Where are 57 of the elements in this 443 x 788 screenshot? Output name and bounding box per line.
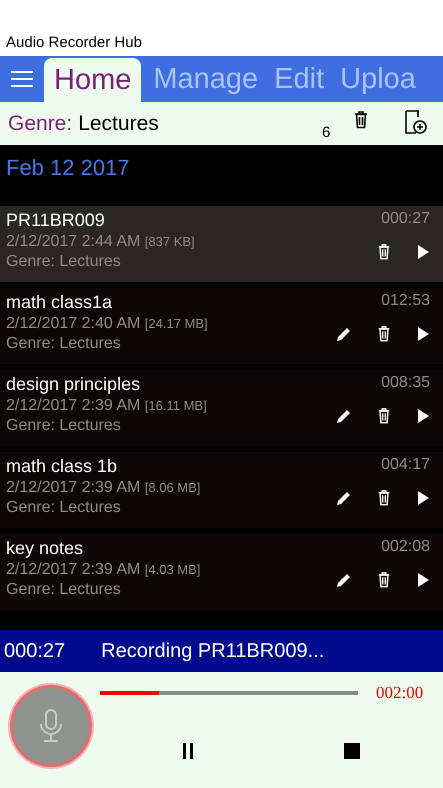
- stop-button[interactable]: [344, 743, 360, 762]
- recording-date: 2/12/2017 2:39 AM [8.06 MB]: [6, 479, 200, 497]
- trash-icon[interactable]: [376, 326, 392, 342]
- recording-name: design principles: [6, 374, 142, 395]
- recording-genre: Genre: Lectures: [6, 417, 122, 435]
- recording-name: key notes: [6, 538, 84, 559]
- trash-icon[interactable]: [376, 408, 392, 424]
- recording-name: PR11BR009: [6, 210, 106, 231]
- play-icon[interactable]: [416, 490, 430, 506]
- play-icon[interactable]: [416, 244, 430, 260]
- trash-icon[interactable]: [352, 111, 370, 129]
- date-header: Feb 12 2017: [6, 155, 130, 180]
- filter-label: Genre:: [8, 112, 72, 136]
- recording-name: math class1a: [6, 292, 114, 313]
- recording-duration: 004:17: [381, 456, 430, 474]
- trash-icon[interactable]: [376, 572, 392, 588]
- recording-date: 2/12/2017 2:40 AM [24.17 MB]: [6, 315, 208, 333]
- recording-duration: 002:08: [381, 538, 430, 556]
- menu-icon: [11, 70, 33, 88]
- play-icon[interactable]: [416, 326, 430, 342]
- elapsed-time: 000:27: [4, 640, 66, 662]
- recording-item[interactable]: key notes 2/12/2017 2:39 AM [4.03 MB] Genre: Lectures 002:08: [0, 534, 443, 610]
- recording-date: 2/12/2017 2:39 AM [4.03 MB]: [6, 561, 200, 579]
- pause-button[interactable]: [182, 743, 194, 762]
- recording-item[interactable]: math class 1b 2/12/2017 2:39 AM [8.06 MB] Genre: Lectures 004:17: [0, 452, 443, 528]
- recording-count: 6: [322, 124, 330, 141]
- recording-duration: 000:27: [381, 210, 430, 228]
- recording-item[interactable]: math class1a 2/12/2017 2:40 AM [24.17 MB] Genre: Lectures 012:53: [0, 288, 443, 364]
- stop-icon: [344, 743, 360, 759]
- recording-genre: Genre: Lectures: [6, 581, 122, 599]
- record-button[interactable]: [10, 685, 92, 767]
- recording-duration: 008:35: [381, 374, 430, 392]
- play-icon[interactable]: [416, 572, 430, 588]
- recording-item[interactable]: PR11BR009 2/12/2017 2:44 AM [837 KB] Genre: Lectures 000:27: [0, 206, 443, 282]
- time-limit: 002:00: [376, 683, 424, 703]
- status-message: Recording PR11BR009...: [101, 640, 324, 662]
- pencil-icon[interactable]: [336, 572, 352, 588]
- recording-genre: Genre: Lectures: [6, 499, 122, 517]
- add-file-icon[interactable]: [404, 109, 428, 135]
- pencil-icon[interactable]: [336, 408, 352, 424]
- pencil-icon[interactable]: [336, 490, 352, 506]
- app-title: Audio Recorder Hub: [6, 34, 142, 51]
- play-icon[interactable]: [416, 408, 430, 424]
- recording-date: 2/12/2017 2:39 AM [16.11 MB]: [6, 397, 207, 415]
- recording-duration: 012:53: [381, 292, 430, 310]
- genre-value[interactable]: Lectures: [78, 112, 159, 136]
- pause-icon: [182, 743, 194, 759]
- recording-item[interactable]: design principles 2/12/2017 2:39 AM [16.11 MB] Genre: Lectures 008:35: [0, 370, 443, 446]
- pencil-icon[interactable]: [336, 326, 352, 342]
- tab[interactable]: Home: [44, 58, 142, 102]
- recording-genre: Genre: Lectures: [6, 253, 122, 271]
- recording-genre: Genre: Lectures: [6, 335, 122, 353]
- recording-date: 2/12/2017 2:44 AM [837 KB]: [6, 233, 195, 251]
- microphone-icon: [39, 709, 63, 743]
- trash-icon[interactable]: [376, 490, 392, 506]
- recording-name: math class 1b: [6, 456, 118, 477]
- trash-icon[interactable]: [376, 244, 392, 260]
